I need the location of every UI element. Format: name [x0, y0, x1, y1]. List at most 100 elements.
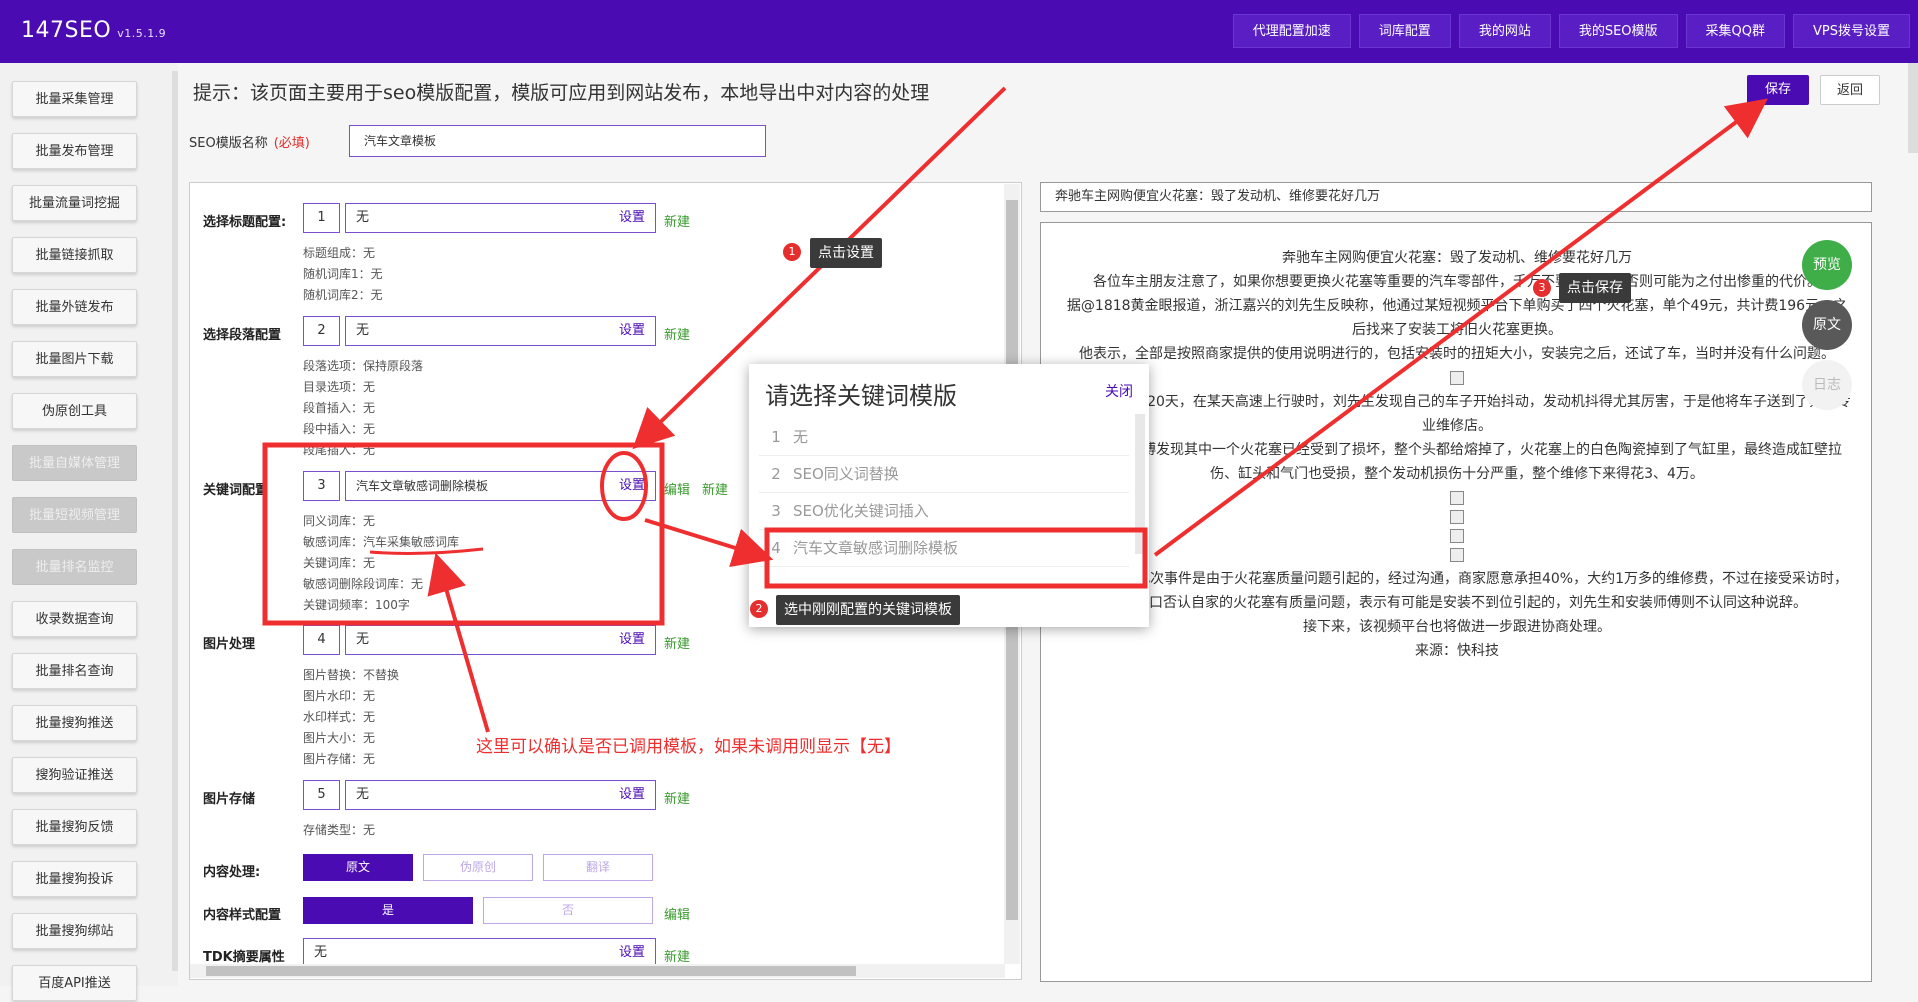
sidebar-item-external-links[interactable]: 批量外链发布: [12, 289, 137, 325]
info-line: 随机词库2：无: [303, 288, 383, 302]
item-number: 2: [771, 465, 781, 483]
sidebar-item-traffic-words[interactable]: 批量流量词挖掘: [12, 185, 137, 221]
nav-vps-dial[interactable]: VPS拨号设置: [1793, 14, 1910, 48]
tdk-set-button[interactable]: 设置: [619, 939, 645, 967]
img-config-label: 图片处理: [203, 637, 256, 652]
img-store-info: 存储类型：无: [303, 820, 375, 841]
title-config-label: 选择标题配置:: [203, 215, 287, 230]
para-config-field: 无 设置: [345, 316, 656, 346]
original-float-button[interactable]: 原文: [1802, 300, 1852, 350]
info-line: 随机词库1：无: [303, 267, 383, 281]
info-line: 段落选项：保持原段落: [303, 359, 424, 373]
sidebar-item-baidu-api[interactable]: 百度API推送: [12, 965, 137, 1001]
nav-proxy-config[interactable]: 代理配置加速: [1232, 14, 1351, 48]
info-line: 段中插入：无: [303, 422, 376, 436]
app-version: v1.5.1.9: [117, 27, 167, 40]
log-float-button[interactable]: 日志: [1802, 360, 1852, 410]
sidebar-item-sogou-complaint[interactable]: 批量搜狗投诉: [12, 861, 137, 897]
broken-image-icon: [1450, 548, 1464, 562]
img-store-number: 5: [303, 780, 340, 810]
kw-config-number: 3: [303, 471, 340, 501]
sidebar-item-rank-query[interactable]: 批量排名查询: [12, 653, 137, 689]
tdk-label: TDK摘要属性: [203, 950, 285, 965]
content-proc-pseudo[interactable]: 伪原创: [423, 854, 533, 881]
keyword-template-modal: 请选择关键词模版 关闭 1无 2 SEO同义词替换 3 SEO优化关键词插入 4 汽车…: [749, 364, 1149, 627]
content-proc-translate[interactable]: 翻译: [543, 854, 653, 881]
img-store-set-button[interactable]: 设置: [619, 781, 645, 809]
kw-config-set-button[interactable]: 设置: [619, 472, 645, 500]
sidebar-scrollbar[interactable]: [172, 71, 178, 971]
modal-scrollbar[interactable]: [1135, 414, 1145, 554]
article-line: 各位车主朋友注意了，如果你想要更换火花塞等重要的汽车零部件，千万不要贪便宜，否则…: [1093, 274, 1821, 290]
broken-image-icon: [1450, 371, 1464, 385]
top-bar: 147SEO v1.5.1.9 代理配置加速 词库配置 我的网站 我的SEO模版 …: [0, 0, 1918, 63]
nav-lexicon-config[interactable]: 词库配置: [1358, 14, 1451, 48]
article-line: 来源：快科技: [1415, 643, 1499, 659]
back-button[interactable]: 返回: [1820, 75, 1880, 105]
required-mark: (必填): [273, 136, 310, 151]
sidebar-item-pseudo-original[interactable]: 伪原创工具: [12, 393, 137, 429]
img-config-number: 4: [303, 625, 340, 655]
content-style-no[interactable]: 否: [483, 897, 653, 924]
tdk-new-link[interactable]: 新建: [664, 946, 690, 965]
step-tip-3: 点击保存: [1559, 273, 1631, 303]
item-number: 3: [771, 502, 781, 520]
kw-config-label: 关键词配置: [203, 483, 269, 498]
info-line: 图片大小：无: [303, 731, 376, 745]
broken-image-icon: [1450, 529, 1464, 543]
info-line: 同义词库：无: [303, 514, 376, 528]
info-line: 敏感词库：汽车采集敏感词库: [303, 535, 460, 549]
para-config-number: 2: [303, 316, 340, 346]
info-line: 存储类型：无: [303, 823, 376, 837]
config-horizontal-scrollbar[interactable]: [190, 964, 1005, 978]
img-store-new-link[interactable]: 新建: [664, 788, 690, 807]
nav-my-sites[interactable]: 我的网站: [1458, 14, 1551, 48]
info-line: 关键词频率：100字: [303, 598, 410, 612]
kw-config-edit-link[interactable]: 编辑: [664, 479, 690, 498]
sidebar-item-sogou-push[interactable]: 批量搜狗推送: [12, 705, 137, 741]
sidebar-item-image-download[interactable]: 批量图片下载: [12, 341, 137, 377]
scroll-thumb[interactable]: [206, 966, 856, 976]
sidebar-item-sogou-feedback[interactable]: 批量搜狗反馈: [12, 809, 137, 845]
article-line: 据@1818黄金眼报道，浙江嘉兴的刘先生反映称，他通过某短视频平台下单购买了四个…: [1066, 298, 1848, 338]
para-config-value: 无: [356, 323, 370, 338]
sidebar-item-sogou-verify[interactable]: 搜狗验证推送: [12, 757, 137, 793]
template-item[interactable]: 4 汽车文章敏感词删除模板: [759, 530, 1129, 567]
sidebar-item-media-manage: 批量自媒体管理: [12, 445, 137, 481]
preview-float-button[interactable]: 预览: [1802, 240, 1852, 290]
step-badge-3: 3: [1533, 279, 1551, 297]
sidebar-item-batch-collect[interactable]: 批量采集管理: [12, 81, 137, 117]
right-scrollbar[interactable]: [1908, 63, 1918, 153]
nav-my-seo-templates[interactable]: 我的SEO模版: [1558, 14, 1678, 48]
img-config-new-link[interactable]: 新建: [664, 633, 690, 652]
template-item[interactable]: 1无: [759, 419, 1129, 456]
sidebar-item-index-query[interactable]: 收录数据查询: [12, 601, 137, 637]
modal-close-button[interactable]: 关闭: [1105, 381, 1133, 401]
item-label: SEO优化关键词插入: [793, 502, 929, 520]
article-line: 奔驰车主网购便宜火花塞：毁了发动机、维修要花好几万: [1282, 250, 1632, 266]
para-config-new-link[interactable]: 新建: [664, 324, 690, 343]
img-config-set-button[interactable]: 设置: [619, 626, 645, 654]
sidebar-item-sogou-bind[interactable]: 批量搜狗绑站: [12, 913, 137, 949]
info-line: 水印样式：无: [303, 710, 376, 724]
kw-config-new-link[interactable]: 新建: [702, 479, 728, 498]
template-item[interactable]: 3 SEO优化关键词插入: [759, 493, 1129, 530]
app-brand: 147SEO v1.5.1.9: [21, 18, 166, 43]
nav-qq-group[interactable]: 采集QQ群: [1685, 14, 1785, 48]
title-config-new-link[interactable]: 新建: [664, 211, 690, 230]
article-line: 但在车子开了20天，在某天高速上行驶时，刘先生发现自己的车子开始抖动，发动机抖得…: [1063, 394, 1851, 434]
sidebar-item-link-crawl[interactable]: 批量链接抓取: [12, 237, 137, 273]
info-line: 敏感词删除段词库：无: [303, 577, 424, 591]
template-item[interactable]: 2 SEO同义词替换: [759, 456, 1129, 493]
title-config-set-button[interactable]: 设置: [619, 204, 645, 232]
article-line: 他表示，全部是按照商家提供的使用说明进行的，包括安装时的扭矩大小，安装完之后，还…: [1079, 346, 1835, 362]
content-style-yes[interactable]: 是: [303, 897, 473, 924]
content-style-edit-link[interactable]: 编辑: [664, 904, 690, 923]
article-line: 刘先生认为此次事件是由于火花塞质量问题引起的，经过沟通，商家愿意承担40%，大约…: [1065, 571, 1849, 611]
sidebar-item-batch-publish[interactable]: 批量发布管理: [12, 133, 137, 169]
content-proc-original[interactable]: 原文: [303, 854, 413, 881]
template-name-input[interactable]: 汽车文章模板: [349, 125, 766, 157]
top-nav: 代理配置加速 词库配置 我的网站 我的SEO模版 采集QQ群 VPS拨号设置: [1225, 14, 1918, 48]
save-button[interactable]: 保存: [1747, 75, 1809, 105]
para-config-set-button[interactable]: 设置: [619, 317, 645, 345]
